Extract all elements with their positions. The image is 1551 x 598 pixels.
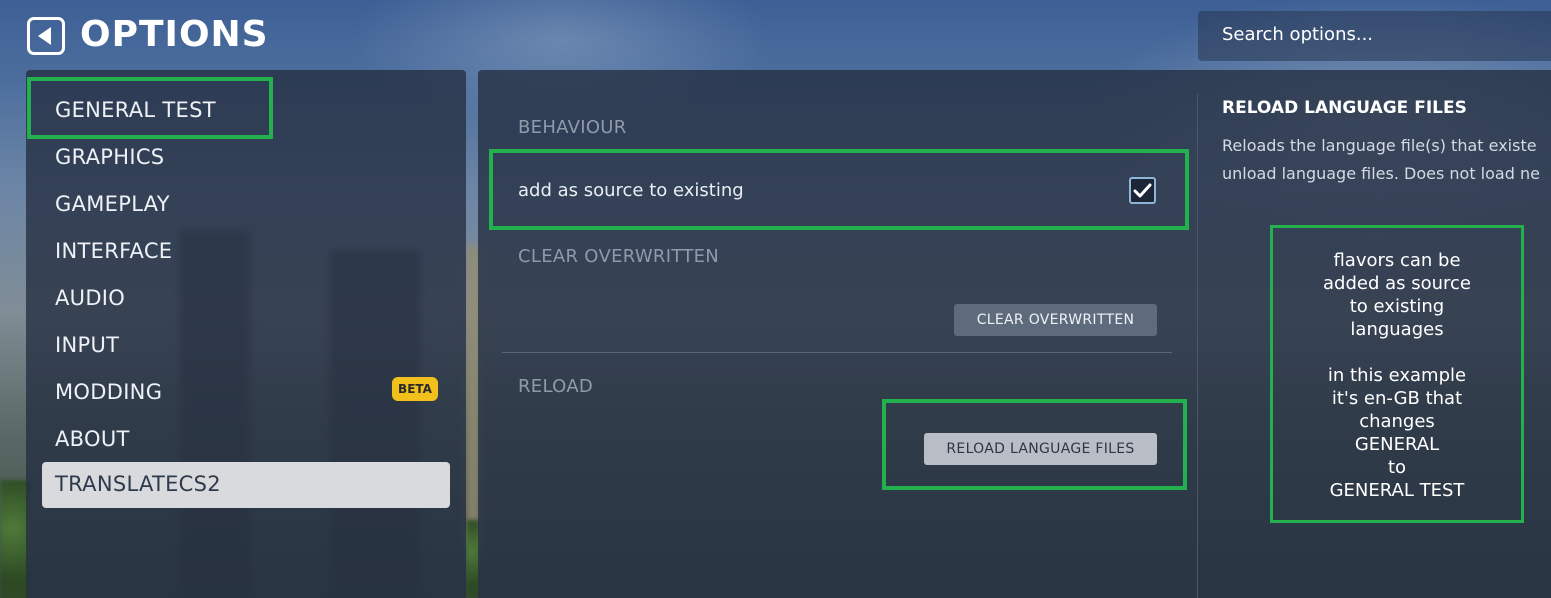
panel-divider xyxy=(1197,94,1198,598)
annotation-line: GENERAL TEST xyxy=(1329,480,1465,501)
search-input[interactable]: Search options... xyxy=(1198,11,1551,61)
annotation-line: in this example xyxy=(1327,365,1467,386)
annotation-line: languages xyxy=(1350,319,1444,340)
annotation-line: changes xyxy=(1359,411,1435,432)
sidebar-item-modding[interactable]: MODDING xyxy=(55,380,162,404)
section-heading-reload: RELOAD xyxy=(518,376,594,397)
annotation-line: added as source xyxy=(1322,273,1471,294)
annotation-line: to existing xyxy=(1349,296,1445,317)
section-divider xyxy=(502,352,1172,353)
highlight-general-test xyxy=(27,77,273,139)
section-heading-clear-overwritten: CLEAR OVERWRITTEN xyxy=(518,246,720,267)
description-line: unload language files. Does not load ne xyxy=(1222,164,1540,183)
sidebar-item-input[interactable]: INPUT xyxy=(55,333,119,357)
highlight-reload-button xyxy=(882,399,1187,490)
beta-badge: BETA xyxy=(392,377,438,401)
sidebar-item-about[interactable]: ABOUT xyxy=(55,427,130,451)
annotation-line xyxy=(1273,341,1521,364)
back-button[interactable] xyxy=(27,17,65,55)
back-arrow-icon xyxy=(38,27,51,45)
annotation-note: flavors can be added as source to existi… xyxy=(1270,225,1524,523)
sidebar-item-translatecs2[interactable]: TRANSLATECS2 xyxy=(42,462,450,508)
highlight-add-as-source xyxy=(489,149,1189,230)
sidebar-item-graphics[interactable]: GRAPHICS xyxy=(55,145,164,169)
annotation-line: to xyxy=(1387,457,1407,478)
options-sidebar: GENERAL TEST GRAPHICS GAMEPLAY INTERFACE… xyxy=(26,70,466,598)
section-heading-behaviour: BEHAVIOUR xyxy=(518,117,627,138)
description-title: RELOAD LANGUAGE FILES xyxy=(1222,98,1467,118)
description-line: Reloads the language file(s) that existe xyxy=(1222,136,1537,155)
sidebar-item-interface[interactable]: INTERFACE xyxy=(55,239,172,263)
sidebar-item-audio[interactable]: AUDIO xyxy=(55,286,125,310)
annotation-line: flavors can be xyxy=(1333,250,1461,271)
description-text: Reloads the language file(s) that existe… xyxy=(1222,132,1551,190)
page-title: OPTIONS xyxy=(80,14,269,55)
sidebar-item-gameplay[interactable]: GAMEPLAY xyxy=(55,192,170,216)
clear-overwritten-button[interactable]: CLEAR OVERWRITTEN xyxy=(954,304,1157,336)
annotation-line: GENERAL xyxy=(1354,434,1440,455)
annotation-line: it's en-GB that xyxy=(1331,388,1463,409)
